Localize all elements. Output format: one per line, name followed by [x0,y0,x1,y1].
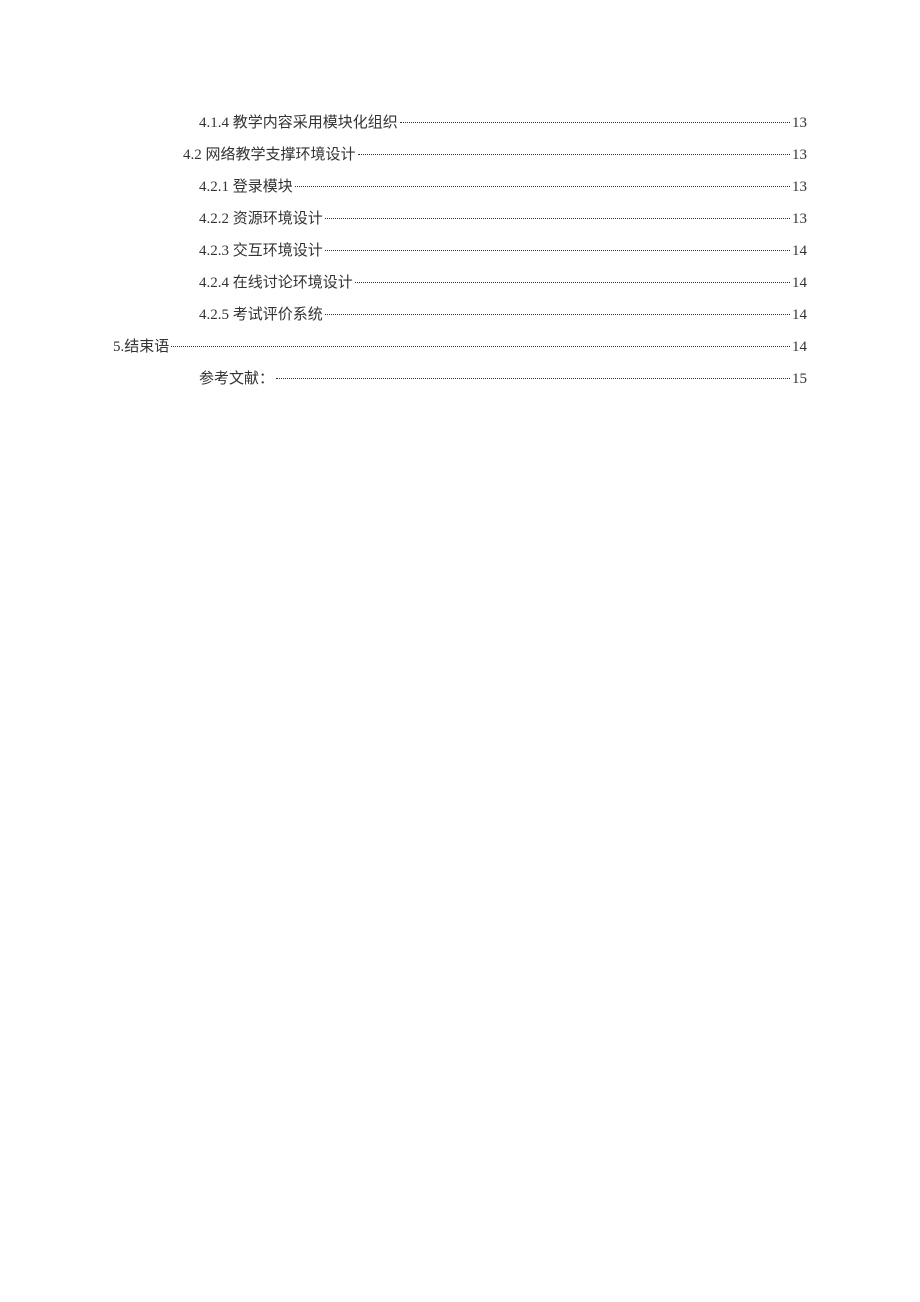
toc-entry: 4.2.2 资源环境设计 13 [113,207,807,231]
table-of-contents: 4.1.4 教学内容采用模块化组织134.2 网络教学支撑环境设计134.2.1… [113,111,807,391]
toc-entry-label: 4.2.2 资源环境设计 [199,207,323,231]
toc-entry-page: 14 [792,303,807,327]
toc-entry: 4.2 网络教学支撑环境设计 13 [113,143,807,167]
toc-entry-label: 4.2 网络教学支撑环境设计 [183,143,356,167]
document-page: 4.1.4 教学内容采用模块化组织134.2 网络教学支撑环境设计134.2.1… [0,0,920,391]
toc-entry: 4.2.1 登录模块 13 [113,175,807,199]
toc-leader-dots [295,186,790,187]
toc-leader-dots [325,250,790,251]
toc-leader-dots [358,154,790,155]
toc-entry: 4.2.4 在线讨论环境设计 14 [113,271,807,295]
toc-entry: 参考文献： 15 [113,367,807,391]
toc-leader-dots [355,282,790,283]
toc-entry-label: 4.2.3 交互环境设计 [199,239,323,263]
toc-leader-dots [325,218,790,219]
toc-entry-page: 14 [792,335,807,359]
toc-entry-page: 13 [792,111,807,135]
toc-leader-dots [400,122,790,123]
toc-entry: 4.2.5 考试评价系统 14 [113,303,807,327]
toc-entry: 4.1.4 教学内容采用模块化组织 13 [113,111,807,135]
toc-entry-page: 13 [792,175,807,199]
toc-entry-label: 4.1.4 教学内容采用模块化组织 [199,111,398,135]
toc-entry-label: 4.2.5 考试评价系统 [199,303,323,327]
toc-entry-page: 14 [792,239,807,263]
toc-leader-dots [325,314,790,315]
toc-entry-label: 4.2.1 登录模块 [199,175,293,199]
toc-entry-page: 13 [792,207,807,231]
toc-leader-dots [276,378,790,379]
toc-entry-label: 4.2.4 在线讨论环境设计 [199,271,353,295]
toc-entry-page: 13 [792,143,807,167]
toc-entry-page: 15 [792,367,807,391]
toc-entry: 5.结束语 14 [113,335,807,359]
toc-leader-dots [171,346,790,347]
toc-entry-label: 5.结束语 [113,335,169,359]
toc-entry-page: 14 [792,271,807,295]
toc-entry: 4.2.3 交互环境设计 14 [113,239,807,263]
toc-entry-label: 参考文献： [199,367,274,391]
